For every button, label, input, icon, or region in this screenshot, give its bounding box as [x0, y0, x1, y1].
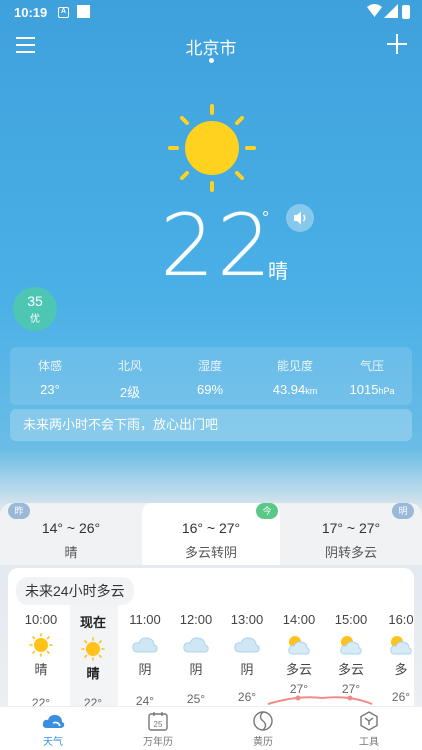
metric-label: 气压 — [359, 359, 384, 373]
day-condition: 晴 — [64, 545, 78, 560]
speaker-icon — [294, 211, 306, 225]
almanac-icon — [253, 711, 273, 731]
hour-time: 10:00 — [24, 612, 58, 627]
metric-label: 能见度 — [276, 359, 313, 373]
calendar-icon: 25 — [148, 712, 168, 731]
metric-wind: 北风 2级 — [90, 357, 170, 401]
cloud-icon — [182, 633, 210, 657]
day-range: 17° ~ 27° — [321, 520, 381, 536]
partly-cloudy-icon — [337, 633, 365, 657]
page-indicator-dot — [209, 58, 214, 63]
metric-value: 23° — [40, 382, 60, 397]
hour-time: 11:00 — [129, 612, 161, 627]
hour-condition: 多云 — [337, 662, 364, 677]
hour-condition: 多云 — [285, 662, 312, 677]
notification-square-icon — [77, 5, 90, 18]
hour-column: 13:00 阴 26° — [222, 612, 272, 704]
day-range: 16° ~ 27° — [181, 520, 241, 536]
nav-tools[interactable]: 工具 — [339, 711, 399, 748]
calendar-day: 25 — [154, 720, 163, 729]
aqi-level: 优 — [30, 314, 40, 325]
hour-time: 15:00 — [334, 612, 368, 627]
metric-label: 湿度 — [197, 359, 222, 373]
metric-value: 2级 — [119, 385, 141, 400]
hour-time: 现在 — [79, 615, 106, 630]
current-temperature: 22 — [160, 196, 274, 296]
hour-time: 13:00 — [230, 612, 264, 627]
tools-icon — [360, 711, 378, 731]
status-time: 10:19 — [14, 5, 48, 20]
nav-label: 工具 — [359, 737, 379, 748]
nav-label: 黄历 — [253, 737, 273, 748]
hour-condition: 阴 — [240, 662, 254, 677]
hour-column: 14:00 多云 27° — [274, 612, 324, 696]
hour-column: 现在晴 22° — [68, 612, 118, 710]
nav-almanac[interactable]: 黄历 — [233, 711, 293, 748]
bottom-nav: 天气 25 万年历 黄历 工具 — [0, 706, 422, 750]
hour-column: 10:00 晴 22° — [16, 612, 66, 710]
rain-notice[interactable]: 未来两小时不会下雨，放心出门吧 — [10, 409, 412, 441]
metric-unit: km — [305, 386, 318, 396]
notification-icon: A — [58, 7, 69, 18]
day-condition: 阴转多云 — [324, 545, 377, 560]
metric-value: 1015 — [349, 382, 379, 397]
status-bar: 10:19 A — [0, 0, 422, 26]
day-range: 14° ~ 26° — [41, 520, 101, 536]
metric-value: 43.94 — [272, 382, 306, 397]
nav-label: 万年历 — [143, 737, 173, 748]
hour-condition: 阴 — [189, 662, 203, 677]
metric-visibility: 能见度 43.94km — [255, 357, 335, 397]
weather-icon — [42, 714, 65, 728]
nav-calendar[interactable]: 25 万年历 — [128, 711, 188, 748]
hourly-title: 未来24小时多云 — [16, 577, 134, 605]
tag-yesterday: 昨 — [8, 503, 30, 519]
partly-cloudy-icon — [285, 633, 313, 657]
hour-condition: 多 — [394, 662, 408, 677]
hour-time: 16:0 — [388, 612, 414, 627]
tag-today: 今 — [256, 503, 278, 519]
hour-time: 12:00 — [179, 612, 213, 627]
metric-pressure: 气压 1015hPa — [332, 357, 412, 397]
city-title[interactable]: 北京市 — [0, 34, 422, 59]
cloud-icon — [233, 633, 261, 657]
metric-feels-like: 体感 23° — [10, 357, 90, 397]
metric-value: 69% — [196, 382, 224, 397]
metric-label: 北风 — [117, 359, 142, 373]
tag-tomorrow: 明 — [392, 503, 414, 519]
hour-column: 16:0 多 26° — [376, 612, 422, 704]
speaker-button[interactable] — [286, 204, 314, 232]
aqi-badge[interactable]: 35 优 — [13, 287, 57, 331]
degree-symbol: ° — [262, 208, 270, 228]
nav-weather[interactable]: 天气 — [23, 711, 83, 748]
hour-column: 11:00 阴 24° — [120, 612, 170, 708]
day-condition: 多云转阴 — [184, 545, 237, 560]
metric-unit: hPa — [378, 386, 395, 396]
signal-icon — [384, 4, 398, 18]
three-day-forecast: 14° ~ 26° 晴 16° ~ 27° 多云转阴 17° ~ 27° 阴转多… — [0, 503, 422, 565]
hour-condition: 晴 — [86, 666, 100, 681]
metric-label: 体感 — [37, 359, 62, 373]
add-city-icon[interactable] — [387, 34, 407, 54]
metric-humidity: 湿度 69% — [170, 357, 250, 397]
hour-condition: 阴 — [138, 662, 152, 677]
battery-icon — [402, 5, 410, 19]
sun-icon — [79, 637, 107, 661]
sun-icon — [27, 633, 55, 657]
hour-column: 15:00 多云 27° — [326, 612, 376, 696]
wifi-icon — [367, 4, 382, 17]
weather-metrics: 体感 23° 北风 2级 湿度 69% 能见度 43.94km 气压 1015h… — [10, 347, 412, 405]
sun-icon — [168, 104, 256, 192]
cloud-icon — [131, 633, 159, 657]
nav-label: 天气 — [43, 737, 63, 748]
hour-column: 12:00 阴 25° — [171, 612, 221, 706]
aqi-value: 35 — [27, 293, 43, 309]
hour-time: 14:00 — [282, 612, 316, 627]
hour-condition: 晴 — [34, 662, 48, 677]
partly-cloudy-icon — [387, 633, 415, 657]
current-condition: 晴 — [268, 261, 288, 283]
